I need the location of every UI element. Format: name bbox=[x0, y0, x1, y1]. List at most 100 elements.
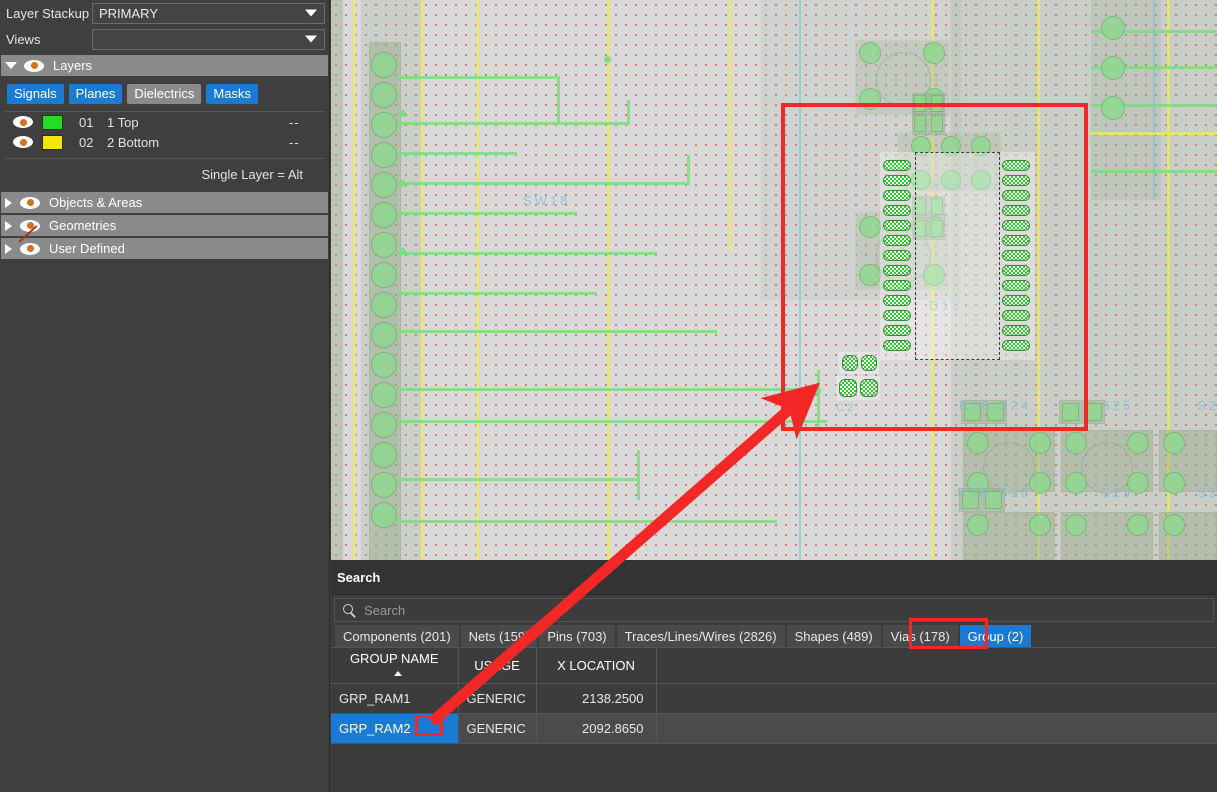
selected-pad[interactable] bbox=[883, 235, 911, 246]
eye-visible-icon[interactable] bbox=[13, 136, 33, 148]
pad[interactable] bbox=[931, 115, 943, 132]
pad[interactable] bbox=[1163, 432, 1185, 454]
selected-pad[interactable] bbox=[883, 340, 911, 351]
trace-top-layer[interactable] bbox=[397, 388, 817, 391]
trace-top-layer[interactable] bbox=[397, 478, 637, 481]
sidebar-item-objects-areas[interactable]: Objects & Areas bbox=[1, 192, 328, 213]
sidebar-item-user-defined[interactable]: User Defined bbox=[1, 238, 328, 259]
column-header-usage[interactable]: USAGE bbox=[458, 648, 536, 684]
trace-top-layer[interactable] bbox=[557, 76, 560, 124]
cell-blank[interactable] bbox=[656, 684, 1217, 714]
via[interactable] bbox=[604, 56, 611, 63]
trace-other-layer[interactable] bbox=[799, 0, 801, 560]
pad[interactable] bbox=[859, 42, 881, 64]
pad[interactable] bbox=[371, 142, 397, 168]
trace-top-layer[interactable] bbox=[397, 420, 827, 423]
pad[interactable] bbox=[371, 322, 397, 348]
pad[interactable] bbox=[371, 232, 397, 258]
pad[interactable] bbox=[1101, 96, 1125, 120]
pad[interactable] bbox=[371, 112, 397, 138]
pad[interactable] bbox=[1127, 432, 1149, 454]
table-row[interactable]: GRP_RAM2 GENERIC 2092.8650 bbox=[331, 714, 1217, 744]
sidebar-item-geometries[interactable]: Geometries bbox=[1, 215, 328, 236]
selected-pad[interactable] bbox=[883, 190, 911, 201]
pad[interactable] bbox=[859, 216, 881, 238]
trace-top-layer[interactable] bbox=[397, 122, 627, 125]
trace-top-layer[interactable] bbox=[817, 370, 820, 430]
trace-top-layer[interactable] bbox=[627, 100, 630, 125]
column-header-x-location[interactable]: X LOCATION bbox=[536, 648, 656, 684]
selected-pad[interactable] bbox=[1002, 265, 1030, 276]
trace-top-layer[interactable] bbox=[397, 152, 517, 155]
pad[interactable] bbox=[1085, 403, 1102, 421]
filter-chip-masks[interactable]: Masks bbox=[206, 84, 258, 104]
selected-pad[interactable] bbox=[1002, 235, 1030, 246]
eye-hidden-icon[interactable] bbox=[20, 243, 40, 255]
pad[interactable] bbox=[859, 88, 881, 110]
selected-pad[interactable] bbox=[1002, 190, 1030, 201]
pad[interactable] bbox=[914, 115, 926, 132]
tab-components[interactable]: Components (201) bbox=[335, 625, 459, 647]
pad[interactable] bbox=[371, 382, 397, 408]
pad[interactable] bbox=[371, 172, 397, 198]
selected-pad[interactable] bbox=[883, 205, 911, 216]
layers-section-header[interactable]: Layers bbox=[1, 55, 328, 76]
pad[interactable] bbox=[371, 52, 397, 78]
tab-nets[interactable]: Nets (159) bbox=[461, 625, 538, 647]
selected-pad[interactable] bbox=[883, 220, 911, 231]
pad[interactable] bbox=[1029, 472, 1051, 494]
tab-pins[interactable]: Pins (703) bbox=[539, 625, 614, 647]
pad[interactable] bbox=[1065, 432, 1087, 454]
filter-chip-planes[interactable]: Planes bbox=[69, 84, 123, 104]
pad[interactable] bbox=[371, 292, 397, 318]
trace-top-layer[interactable] bbox=[397, 292, 597, 295]
selected-pad[interactable] bbox=[839, 379, 857, 397]
pad[interactable] bbox=[1101, 56, 1125, 80]
selected-pad[interactable] bbox=[1002, 160, 1030, 171]
pad[interactable] bbox=[1029, 432, 1051, 454]
chevron-right-icon[interactable] bbox=[5, 244, 12, 254]
trace-top-layer[interactable] bbox=[397, 212, 577, 215]
trace-bottom-layer[interactable] bbox=[1091, 132, 1217, 135]
pad[interactable] bbox=[371, 82, 397, 108]
pad[interactable] bbox=[967, 432, 989, 454]
filter-chip-dielectrics[interactable]: Dielectrics bbox=[127, 84, 201, 104]
pad[interactable] bbox=[923, 42, 945, 64]
search-input[interactable]: Search bbox=[334, 598, 1214, 622]
trace-top-layer[interactable] bbox=[397, 330, 717, 333]
pad[interactable] bbox=[1163, 472, 1185, 494]
tab-vias[interactable]: Vias (178) bbox=[883, 625, 958, 647]
eye-visible-icon[interactable] bbox=[24, 60, 44, 72]
chevron-right-icon[interactable] bbox=[5, 198, 12, 208]
cell-group-name[interactable]: GRP_RAM2 bbox=[331, 714, 458, 744]
pad[interactable] bbox=[371, 502, 397, 528]
cell-x-location[interactable]: 2138.2500 bbox=[536, 684, 656, 714]
selected-pad[interactable] bbox=[1002, 205, 1030, 216]
via[interactable] bbox=[399, 248, 406, 255]
pad[interactable] bbox=[371, 442, 397, 468]
chevron-right-icon[interactable] bbox=[5, 221, 12, 231]
trace-bottom-layer[interactable] bbox=[421, 0, 424, 560]
selected-pad[interactable] bbox=[1002, 250, 1030, 261]
selected-pad[interactable] bbox=[1002, 340, 1030, 351]
via[interactable] bbox=[399, 180, 406, 187]
tab-traces-lines-wires[interactable]: Traces/Lines/Wires (2826) bbox=[617, 625, 785, 647]
layer-row-top[interactable]: 01 1 Top -- bbox=[4, 112, 325, 132]
via[interactable] bbox=[399, 110, 406, 117]
layer-color-swatch[interactable] bbox=[42, 135, 63, 150]
layer-stackup-select[interactable]: PRIMARY bbox=[92, 3, 325, 24]
selected-pad[interactable] bbox=[883, 265, 911, 276]
pad[interactable] bbox=[1163, 514, 1185, 536]
pad[interactable] bbox=[1062, 403, 1079, 421]
pad[interactable] bbox=[1029, 514, 1051, 536]
pad[interactable] bbox=[1065, 472, 1087, 494]
trace-bottom-layer[interactable] bbox=[729, 0, 732, 250]
selected-pad[interactable] bbox=[883, 250, 911, 261]
column-header-group-name[interactable]: GROUP NAME bbox=[331, 648, 458, 684]
table-row[interactable]: GRP_RAM1 GENERIC 2138.2500 bbox=[331, 684, 1217, 714]
pad[interactable] bbox=[1101, 16, 1125, 40]
selected-pad[interactable] bbox=[883, 160, 911, 171]
pad[interactable] bbox=[371, 412, 397, 438]
trace-top-layer[interactable] bbox=[397, 182, 687, 185]
selected-pad[interactable] bbox=[883, 295, 911, 306]
